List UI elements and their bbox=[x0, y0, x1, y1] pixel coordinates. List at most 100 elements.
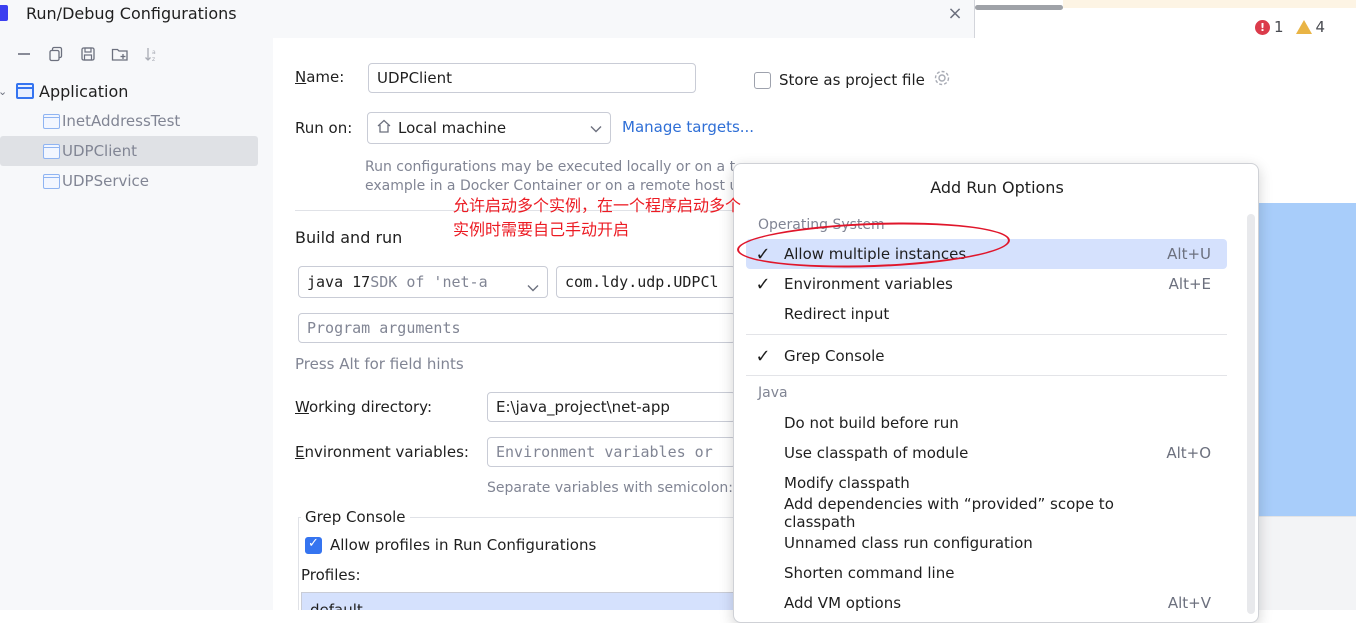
run-config-icon bbox=[43, 173, 60, 189]
run-config-icon bbox=[43, 143, 60, 159]
option-label: Grep Console bbox=[784, 347, 885, 365]
error-icon: ! bbox=[1255, 19, 1270, 35]
option-unnamed-class-run-configuration[interactable]: Unnamed class run configuration bbox=[746, 528, 1227, 558]
working-directory-label: Working directory: bbox=[295, 398, 433, 416]
tree-toolbar: az bbox=[14, 44, 162, 64]
allow-profiles-option[interactable]: Allow profiles in Run Configurations bbox=[305, 536, 596, 554]
option-label: Modify classpath bbox=[784, 474, 910, 492]
tree-group-application[interactable]: ⌄ Application bbox=[0, 76, 258, 106]
profiles-list-item[interactable]: default bbox=[310, 601, 363, 610]
option-shortcut: Alt+E bbox=[1168, 275, 1211, 293]
svg-text:a: a bbox=[152, 49, 156, 56]
alt-hint: Press Alt for field hints bbox=[295, 355, 464, 373]
dialog-titlebar: Run/Debug Configurations × bbox=[0, 0, 975, 28]
environment-variables-field[interactable]: Environment variables or bbox=[487, 437, 736, 467]
option-label: Shorten command line bbox=[784, 564, 955, 582]
store-as-project-file-label: Store as project file bbox=[779, 71, 925, 89]
environment-variables-hint: Separate variables with semicolon: bbox=[487, 480, 733, 496]
option-label: Add VM options bbox=[784, 594, 902, 612]
new-folder-icon[interactable] bbox=[110, 44, 130, 64]
profiles-label: Profiles: bbox=[301, 566, 361, 584]
run-on-label: Run on: bbox=[295, 119, 353, 137]
working-directory-value: E:\java_project\net-app bbox=[496, 398, 670, 416]
error-count: 1 bbox=[1274, 18, 1284, 36]
tree-item-udpservice[interactable]: UDPService bbox=[0, 166, 258, 196]
build-and-run-title: Build and run bbox=[295, 228, 403, 247]
option-label: Do not build before run bbox=[784, 414, 959, 432]
popup-title: Add Run Options bbox=[930, 178, 1064, 197]
svg-text:z: z bbox=[152, 56, 155, 62]
application-icon bbox=[16, 83, 34, 99]
jdk-sub: SDK of 'net-a bbox=[370, 273, 488, 291]
jdk-dropdown[interactable]: java 17 SDK of 'net-a bbox=[298, 266, 548, 298]
jdk-main: java 17 bbox=[307, 273, 371, 291]
tree-item-udpclient[interactable]: UDPClient bbox=[0, 136, 258, 166]
option-label: Add dependencies with “provided” scope t… bbox=[784, 495, 1114, 531]
program-arguments-field[interactable]: Program arguments bbox=[298, 313, 736, 343]
save-icon[interactable] bbox=[78, 44, 98, 64]
ide-notification-strip bbox=[1063, 0, 1356, 8]
tree-item-label: UDPService bbox=[62, 172, 150, 190]
allow-profiles-checkbox[interactable] bbox=[305, 536, 322, 554]
copy-icon[interactable] bbox=[46, 44, 66, 64]
tree-group-label: Application bbox=[39, 81, 129, 101]
check-icon: ✓ bbox=[755, 345, 771, 367]
program-arguments-placeholder: Program arguments bbox=[307, 319, 461, 337]
ide-horizontal-scrollbar[interactable] bbox=[975, 5, 1063, 10]
dialog-title: Run/Debug Configurations bbox=[26, 4, 237, 23]
option-shortcut: Alt+U bbox=[1167, 245, 1211, 263]
run-on-dropdown[interactable]: Local machine bbox=[367, 112, 611, 144]
intellij-logo-icon bbox=[0, 5, 8, 21]
gear-icon[interactable] bbox=[933, 69, 951, 91]
name-field[interactable]: UDPClient bbox=[368, 63, 696, 93]
popup-separator bbox=[746, 334, 1227, 335]
environment-variables-placeholder: Environment variables or bbox=[496, 443, 713, 461]
environment-variables-label: Environment variables: bbox=[295, 443, 469, 461]
annotation-line-1: 允许启动多个实例，在一个程序启动多个 bbox=[453, 196, 742, 215]
option-use-classpath-of-module[interactable]: Use classpath of module Alt+O bbox=[746, 438, 1227, 468]
tree-item-inetaddresstest[interactable]: InetAddressTest bbox=[0, 106, 258, 136]
profiles-list[interactable]: default bbox=[301, 592, 738, 610]
close-icon[interactable]: × bbox=[945, 3, 965, 24]
chevron-down-icon[interactable]: ⌄ bbox=[0, 85, 7, 98]
ide-selection-highlight bbox=[1258, 203, 1356, 516]
run-on-value: Local machine bbox=[398, 119, 507, 137]
ide-inspection-badges[interactable]: ! 1 4 bbox=[1255, 17, 1325, 37]
name-value: UDPClient bbox=[377, 69, 452, 87]
check-icon: ✓ bbox=[755, 273, 771, 295]
store-as-project-file[interactable]: Store as project file bbox=[754, 69, 951, 91]
option-do-not-build-before-run[interactable]: Do not build before run bbox=[746, 408, 1227, 438]
option-environment-variables[interactable]: ✓ Environment variables Alt+E bbox=[746, 269, 1227, 299]
option-shorten-command-line[interactable]: Shorten command line bbox=[746, 558, 1227, 588]
main-class-value: com.ldy.udp.UDPCl bbox=[565, 273, 719, 291]
option-label: Environment variables bbox=[784, 275, 953, 293]
run-hint-line-2: example in a Docker Container or on a re… bbox=[365, 178, 739, 194]
main-class-field[interactable]: com.ldy.udp.UDPCl bbox=[556, 266, 736, 298]
tree-item-label: UDPClient bbox=[62, 142, 137, 160]
option-label: Redirect input bbox=[784, 305, 890, 323]
option-add-vm-options[interactable]: Add VM options Alt+V bbox=[746, 588, 1227, 618]
run-hint-line-1: Run configurations may be executed local… bbox=[365, 159, 736, 175]
option-shortcut: Alt+V bbox=[1167, 594, 1211, 612]
home-icon bbox=[376, 118, 392, 138]
warning-icon bbox=[1295, 20, 1312, 34]
warning-count: 4 bbox=[1315, 18, 1326, 36]
working-directory-field[interactable]: E:\java_project\net-app bbox=[487, 392, 736, 422]
option-redirect-input[interactable]: Redirect input bbox=[746, 299, 1227, 329]
popup-separator bbox=[746, 375, 1227, 376]
sort-icon[interactable]: az bbox=[142, 44, 162, 64]
manage-targets-link[interactable]: Manage targets... bbox=[622, 118, 754, 136]
option-modify-classpath[interactable]: Modify classpath bbox=[746, 468, 1227, 498]
option-grep-console[interactable]: ✓ Grep Console bbox=[746, 341, 1227, 371]
store-as-project-file-checkbox[interactable] bbox=[754, 71, 771, 89]
annotation-note: 允许启动多个实例，在一个程序启动多个 实例时需要自己手动开启 bbox=[453, 194, 741, 242]
group-java: Java bbox=[758, 385, 788, 401]
minus-icon[interactable] bbox=[14, 44, 34, 64]
run-config-icon bbox=[43, 113, 60, 129]
option-shortcut: Alt+O bbox=[1166, 444, 1211, 462]
popup-scrollbar[interactable] bbox=[1247, 214, 1255, 614]
option-add-dependencies-provided[interactable]: Add dependencies with “provided” scope t… bbox=[746, 495, 1227, 531]
ide-lower-panel bbox=[1258, 516, 1356, 610]
annotation-line-2: 实例时需要自己手动开启 bbox=[453, 220, 630, 239]
chevron-down-icon bbox=[527, 278, 539, 296]
